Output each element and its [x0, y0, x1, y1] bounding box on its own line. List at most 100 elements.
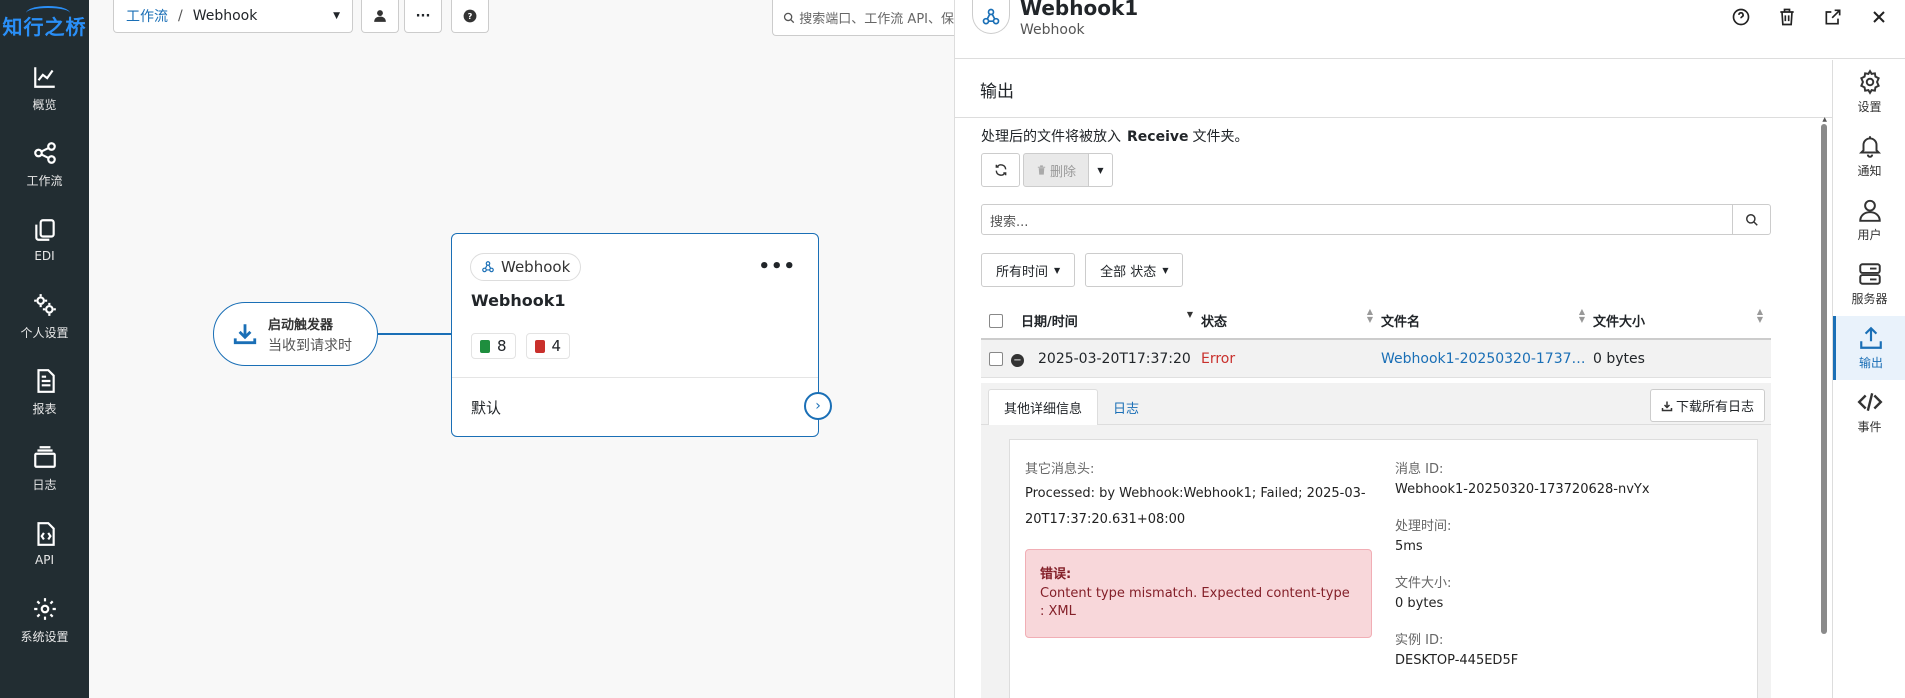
- help-button[interactable]: ?: [451, 0, 489, 33]
- status-filter-dropdown[interactable]: 全部 状态 ▼: [1085, 253, 1184, 287]
- error-message: Content type mismatch. Expected content-…: [1040, 586, 1350, 619]
- row-checkbox[interactable]: [989, 351, 1003, 366]
- error-count-badge[interactable]: 4: [525, 333, 571, 359]
- gear-icon: [1859, 69, 1880, 95]
- sidebar-item-personal-settings[interactable]: 个人设置: [0, 278, 89, 354]
- start-trigger-node[interactable]: 启动触发器 当收到请求时: [213, 302, 378, 366]
- bell-icon: [1858, 136, 1881, 158]
- delete-button[interactable]: [1773, 6, 1801, 28]
- download-icon: [1661, 401, 1673, 411]
- header-status-label: 状态: [1201, 315, 1228, 330]
- sidebar-item-system-settings[interactable]: 系统设置: [0, 582, 89, 658]
- header-filename[interactable]: 文件名 ▲ ▼: [1381, 307, 1593, 331]
- sidebar-item-edi[interactable]: EDI: [0, 202, 89, 278]
- tab-other-details[interactable]: 其他详细信息: [988, 389, 1099, 425]
- error-count: 4: [551, 337, 562, 355]
- download-all-logs-button[interactable]: 下载所有日志: [1649, 389, 1765, 422]
- rnav-label: 设置: [1857, 100, 1882, 114]
- close-button[interactable]: [1865, 6, 1893, 28]
- rnav-settings[interactable]: 设置: [1833, 60, 1905, 124]
- trash-icon: [1780, 8, 1794, 26]
- sidebar-item-overview[interactable]: 概览: [0, 50, 89, 126]
- global-search-placeholder: 搜索端口、工作流 API、保: [799, 12, 954, 27]
- trigger-subtitle: 当收到请求时: [268, 337, 352, 354]
- delete-files-button[interactable]: 删除: [1023, 153, 1089, 187]
- header-datetime[interactable]: 日期/时间 ▼: [1021, 311, 1201, 331]
- message-id-value: Webhook1-20250320-173720628-nvYx: [1395, 482, 1650, 497]
- header-status[interactable]: 状态 ▲ ▼: [1201, 307, 1381, 331]
- tab-logs[interactable]: 日志: [1098, 389, 1154, 425]
- panel-title: Webhook1: [1020, 0, 1139, 20]
- user-icon: [374, 10, 386, 22]
- sidebar-item-api[interactable]: API: [0, 506, 89, 582]
- row-status: Error: [1201, 350, 1236, 367]
- node-type-badge: Webhook: [470, 253, 582, 281]
- node-type-label: Webhook: [501, 258, 571, 276]
- workflow-canvas[interactable]: 工作流 / Webhook ▼ ··· ? 搜索端口、工作流 API、保 启动触…: [89, 0, 954, 698]
- status-filter-label: 全部 状态: [1100, 264, 1157, 280]
- time-filter-label: 所有时间: [996, 264, 1049, 280]
- app-logo[interactable]: 知行之桥: [0, 0, 89, 50]
- chevron-down-icon[interactable]: ▼: [333, 11, 340, 21]
- open-external-button[interactable]: [1819, 6, 1847, 28]
- message-id-label: 消息 ID:: [1395, 462, 1444, 477]
- rnav-notifications[interactable]: 通知: [1833, 124, 1905, 188]
- time-filter-dropdown[interactable]: 所有时间 ▼: [981, 253, 1076, 287]
- layers-icon: [33, 445, 56, 468]
- user-button[interactable]: [361, 0, 399, 33]
- panel-header: Webhook1 Webhook: [955, 0, 1905, 59]
- select-all-checkbox[interactable]: [989, 313, 1003, 328]
- scrollbar[interactable]: [1821, 124, 1827, 634]
- table-row[interactable]: −2025-03-20T17:37:20 Error Webhook1-2025…: [981, 340, 1771, 378]
- file-search-input[interactable]: 搜索...: [982, 205, 1732, 234]
- scroll-up-icon[interactable]: ▲: [1822, 116, 1827, 123]
- chevron-right-icon[interactable]: ›: [804, 392, 832, 420]
- refresh-button[interactable]: [981, 153, 1020, 187]
- instance-id-value: DESKTOP-445ED5F: [1395, 653, 1519, 668]
- gear-icon: [33, 597, 56, 620]
- sort-icon: ▲ ▼: [1366, 307, 1373, 324]
- collapse-icon[interactable]: −: [1011, 353, 1024, 367]
- sidebar-item-reports[interactable]: 报表: [0, 354, 89, 430]
- sidebar-item-label: 日志: [32, 477, 57, 492]
- rnav-output[interactable]: 输出: [1833, 316, 1905, 380]
- sidebar-item-logs[interactable]: 日志: [0, 430, 89, 506]
- success-count-badge[interactable]: 8: [471, 333, 516, 359]
- help-button[interactable]: [1727, 6, 1755, 28]
- rnav-label: 通知: [1857, 164, 1882, 178]
- row-detail: 其他详细信息 日志 下载所有日志 其它消息头: Processed: by We…: [981, 383, 1771, 698]
- global-search-input[interactable]: 搜索端口、工作流 API、保: [772, 0, 954, 36]
- rnav-events[interactable]: 事件: [1833, 380, 1905, 444]
- row-size: 0 bytes: [1593, 350, 1645, 367]
- rnav-label: 输出: [1858, 356, 1883, 370]
- info-prefix: 处理后的文件将被放入: [981, 129, 1121, 145]
- header-size[interactable]: 文件大小 ▲ ▼: [1593, 308, 1771, 331]
- breadcrumb-separator: /: [178, 8, 183, 24]
- file-success-icon: [480, 339, 490, 353]
- rnav-server[interactable]: 服务器: [1833, 252, 1905, 316]
- rnav-users[interactable]: 用户: [1833, 188, 1905, 252]
- webhook-icon: [972, 0, 1010, 34]
- row-filename-link[interactable]: Webhook1-20250320-173720628-nvYx: [1381, 351, 1593, 367]
- processing-time-value: 5ms: [1395, 539, 1423, 554]
- external-link-icon: [1825, 9, 1841, 25]
- node-title: Webhook1: [471, 291, 566, 310]
- table-header: 日期/时间 ▼ 状态 ▲ ▼ 文件名 ▲ ▼ 文件大小 ▲ ▼: [981, 303, 1771, 340]
- breadcrumb[interactable]: 工作流 / Webhook ▼: [113, 0, 353, 33]
- report-icon: [36, 368, 55, 393]
- breadcrumb-current: Webhook: [192, 8, 258, 24]
- breadcrumb-parent-link[interactable]: 工作流: [126, 6, 168, 26]
- more-options-button[interactable]: ···: [404, 0, 442, 33]
- search-button[interactable]: [1732, 205, 1770, 234]
- files-table: 日期/时间 ▼ 状态 ▲ ▼ 文件名 ▲ ▼ 文件大小 ▲ ▼ −2025-03-20T17:…: [981, 303, 1771, 378]
- node-menu-icon[interactable]: •••: [758, 256, 796, 277]
- webhook-node[interactable]: Webhook ••• Webhook1 8 4 默认 ›: [451, 233, 832, 437]
- upload-icon: [1860, 326, 1882, 349]
- connector-panel: Webhook1 Webhook 输出 ▲ 处理后的文件将被放入 Receive 文…: [954, 0, 1905, 698]
- sort-icon: ▲ ▼: [1578, 307, 1585, 324]
- file-size-label: 文件大小:: [1395, 576, 1452, 591]
- sidebar-item-workflow[interactable]: 工作流: [0, 126, 89, 202]
- delete-options-dropdown[interactable]: ▼: [1089, 153, 1113, 187]
- download-icon: [233, 324, 257, 345]
- header-size-label: 文件大小: [1593, 315, 1646, 330]
